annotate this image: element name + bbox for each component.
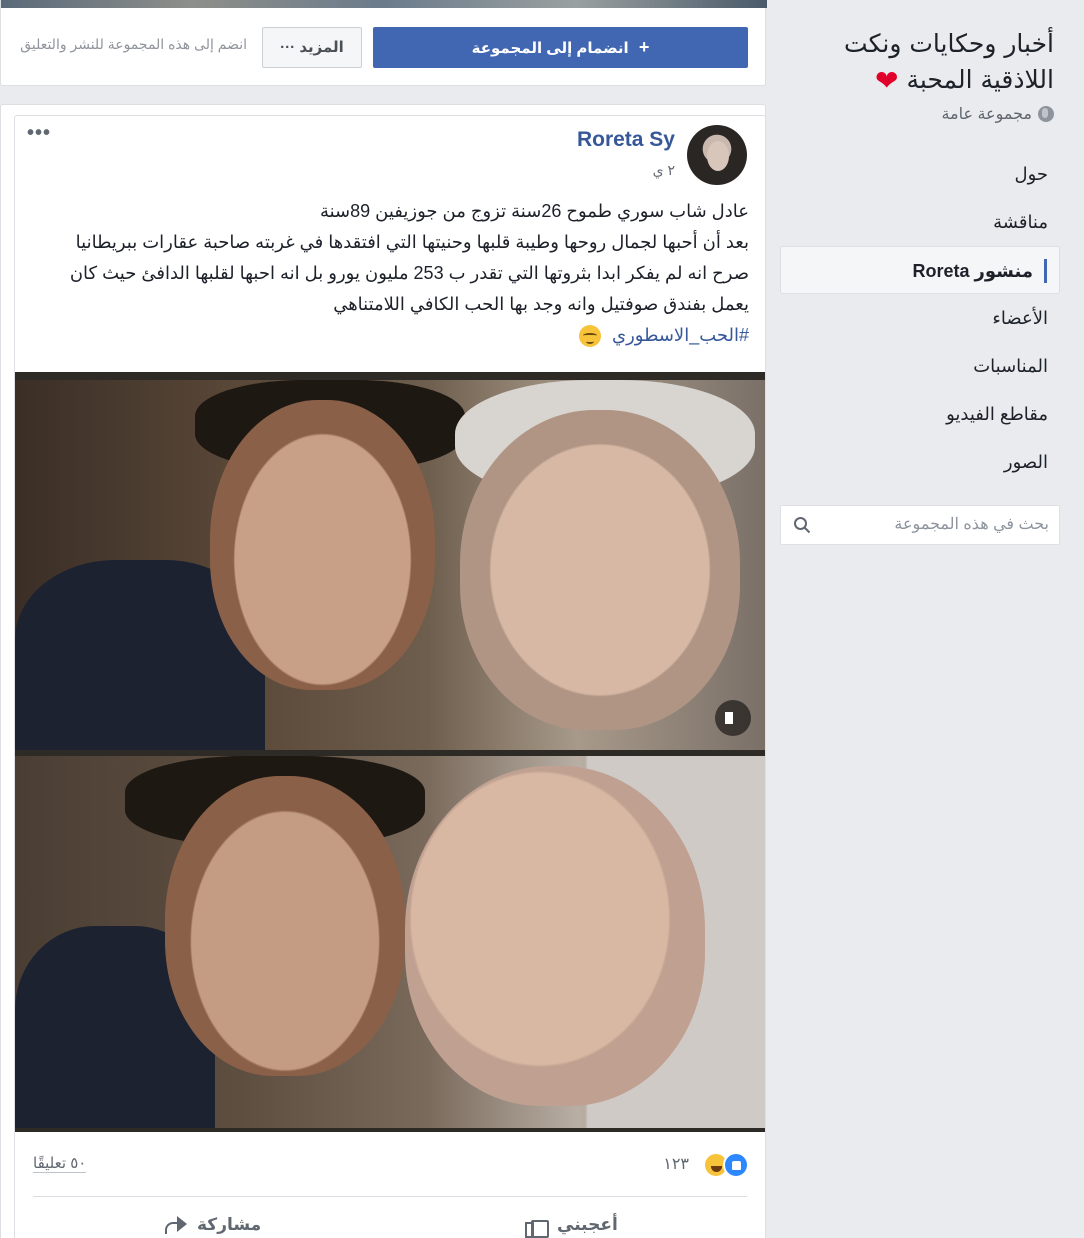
post-text-line: يعمل بفندق صوفتيل وانه وجد بها الحب الكا…	[333, 294, 749, 314]
share-button[interactable]: مشاركة	[163, 1214, 261, 1236]
divider	[33, 1196, 747, 1197]
photo-shape	[210, 400, 435, 690]
post-author[interactable]: Roreta Sy	[577, 128, 675, 152]
post-options-icon[interactable]: •••	[27, 122, 51, 145]
photo-frame-bottom	[15, 756, 765, 1128]
like-label: أعجبني	[557, 1215, 618, 1234]
group-title-line2: اللاذقية المحبة	[906, 65, 1054, 94]
join-bar: + انضمام إلى المجموعة المزيد ··· انضم إل…	[0, 0, 767, 86]
join-group-button[interactable]: + انضمام إلى المجموعة	[373, 27, 748, 68]
nav-item-videos[interactable]: مقاطع الفيديو	[780, 390, 1060, 438]
post-text-line: عادل شاب سوري طموح 26سنة تزوج من جوزيفين…	[319, 201, 749, 221]
nav-item-events[interactable]: المناسبات	[780, 342, 1060, 390]
join-hint-text: انضم إلى هذه المجموعة للنشر والتعليق	[20, 36, 247, 52]
post-text-line: بعد أن أحبها لجمال روحها وطيبة قلبها وحن…	[75, 232, 749, 252]
nav-item-about[interactable]: حول	[780, 150, 1060, 198]
nav-item-members[interactable]: الأعضاء	[780, 294, 1060, 342]
nav-item-roreta-post[interactable]: منشور Roreta	[780, 246, 1060, 294]
post-card: Roreta Sy ٢ ي ••• عادل شاب سوري طموح 26س…	[14, 115, 766, 1238]
photo-shape	[165, 776, 405, 1076]
photo-frame-top	[15, 380, 765, 750]
photo-shape	[405, 766, 705, 1106]
post-text: عادل شاب سوري طموح 26سنة تزوج من جوزيفين…	[49, 196, 749, 351]
more-label: المزيد	[299, 39, 344, 56]
more-button[interactable]: المزيد ···	[262, 27, 362, 68]
nav-item-discussion[interactable]: مناقشة	[780, 198, 1060, 246]
plus-icon: +	[638, 37, 650, 57]
post-photo[interactable]	[15, 372, 765, 1132]
heart-emoji-icon: ❤	[875, 64, 899, 97]
globe-icon	[1038, 106, 1054, 122]
group-privacy: مجموعة عامة	[941, 104, 1054, 124]
search-icon[interactable]	[793, 516, 811, 534]
share-label: مشاركة	[197, 1215, 262, 1234]
join-group-label: انضمام إلى المجموعة	[471, 40, 629, 57]
group-search-input[interactable]	[819, 506, 1049, 544]
relieved-emoji-icon	[578, 325, 601, 348]
reactions-summary: ١٢٣ ٥٠ تعليقًا	[15, 1146, 765, 1182]
post-timestamp[interactable]: ٢ ي	[653, 162, 675, 179]
post-hashtag[interactable]: #الحب_الاسطوري	[612, 325, 749, 345]
nav-item-photos[interactable]: الصور	[780, 438, 1060, 486]
photo-shape	[460, 410, 740, 730]
cover-photo[interactable]	[1, 0, 767, 8]
like-button[interactable]: أعجبني	[523, 1214, 618, 1238]
group-nav: حول مناقشة منشور Roreta الأعضاء المناسبا…	[780, 150, 1060, 486]
post-text-line: صرح انه لم يفكر ابدا بثروتها التي تقدر ب…	[69, 263, 749, 283]
post-actions: أعجبني مشاركة	[15, 1206, 765, 1238]
group-sidebar: أخبار وحكايات ونكت اللاذقية المحبة ❤ مجم…	[766, 0, 1084, 1238]
more-dots-icon: ···	[280, 39, 296, 56]
share-arrow-icon	[163, 1214, 189, 1236]
group-privacy-label: مجموعة عامة	[941, 106, 1032, 123]
thumbs-up-icon	[523, 1214, 549, 1238]
reaction-icons[interactable]	[703, 1152, 749, 1178]
group-title[interactable]: أخبار وحكايات ونكت اللاذقية المحبة ❤	[784, 26, 1054, 99]
avatar[interactable]	[687, 125, 747, 185]
sound-icon	[715, 700, 751, 736]
like-reaction-icon	[723, 1152, 749, 1178]
comment-count[interactable]: ٥٠ تعليقًا	[33, 1154, 87, 1173]
reaction-count[interactable]: ١٢٣	[663, 1154, 689, 1174]
group-search-box	[780, 505, 1060, 545]
group-title-line1: أخبار وحكايات ونكت	[844, 29, 1054, 58]
